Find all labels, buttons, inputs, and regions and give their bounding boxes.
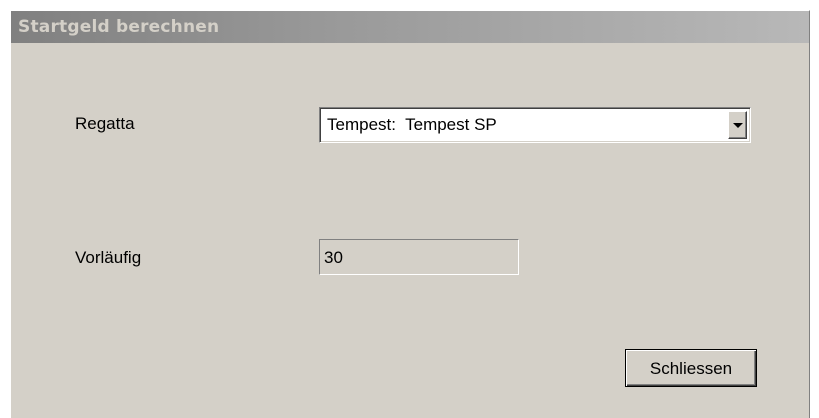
vorlaeufig-field: 30 <box>319 239 519 275</box>
vorlaeufig-value: 30 <box>324 248 343 267</box>
title-bar[interactable]: Startgeld berechnen <box>11 11 809 43</box>
close-button[interactable]: Schliessen <box>625 349 757 387</box>
dialog-window: Startgeld berechnen Regatta Tempest: Tem… <box>10 10 810 418</box>
chevron-down-icon <box>733 123 743 128</box>
dropdown-button[interactable] <box>728 111 747 139</box>
window-title: Startgeld berechnen <box>18 17 220 37</box>
vorlaeufig-label: Vorläufig <box>75 248 142 267</box>
regatta-label: Regatta <box>75 114 135 133</box>
close-button-label: Schliessen <box>649 359 733 378</box>
regatta-dropdown[interactable]: Tempest: Tempest SP <box>319 107 751 143</box>
regatta-selected-value: Tempest: Tempest SP <box>327 115 497 134</box>
